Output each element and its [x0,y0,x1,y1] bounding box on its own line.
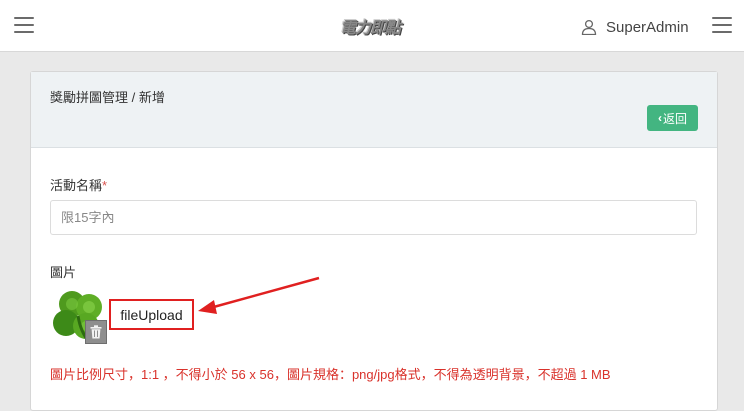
chevron-left-icon: ‹ [657,111,662,125]
user-menu[interactable]: SuperAdmin [581,17,689,37]
card-header: 獎勵拼圖管理 / 新增 ‹ 返回 [31,72,717,148]
annotation-arrow [198,276,320,314]
file-upload-button[interactable]: fileUpload [109,299,194,330]
hamburger-icon[interactable] [14,17,34,33]
activity-name-label: 活動名稱* [50,175,107,194]
user-name: SuperAdmin [606,18,689,36]
activity-name-input[interactable] [50,200,697,235]
breadcrumb: 獎勵拼圖管理 / 新增 [50,90,165,105]
top-navbar: 電力即點 SuperAdmin [0,0,744,52]
required-mark: * [102,178,108,193]
hamburger-icon[interactable] [712,17,732,33]
form-card: 獎勵拼圖管理 / 新增 ‹ 返回 [30,71,718,411]
activity-name-label-text: 活動名稱 [50,178,103,193]
image-label: 圖片 [50,265,77,280]
brand-logo[interactable]: 電力即點 [340,14,401,38]
image-spec-hint: 圖片比例尺寸，1:1 ，不得小於 56 x 56，圖片規格：png/jpg格式，… [50,367,611,382]
delete-image-button[interactable] [85,320,107,344]
back-button[interactable]: ‹ 返回 [647,105,698,131]
back-button-label: 返回 [662,111,687,126]
trash-icon [90,325,102,339]
user-icon [581,19,597,35]
